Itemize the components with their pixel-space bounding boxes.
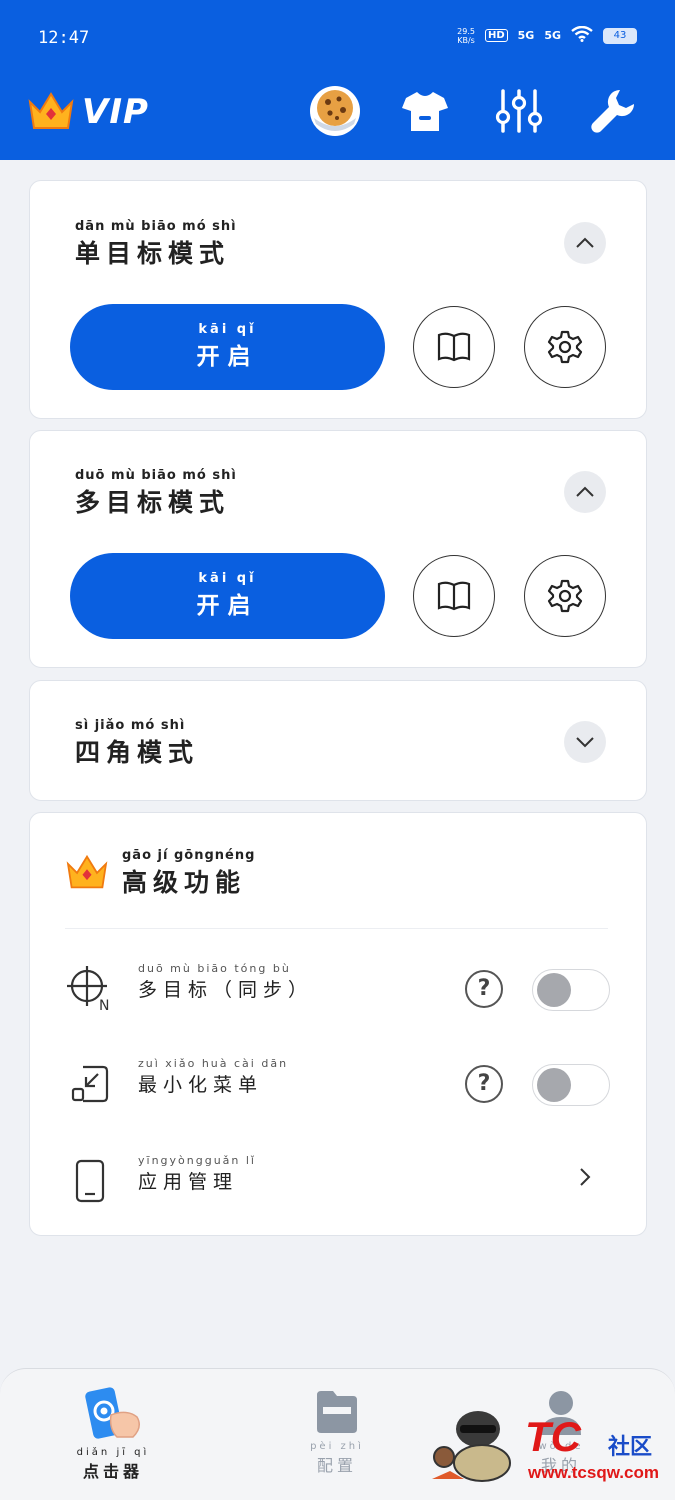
chevron-right-icon [580, 1168, 591, 1186]
soldier-mascot-icon [432, 1411, 511, 1482]
nav-clicker[interactable]: diǎn jī qì 点击器 [48, 1387, 178, 1482]
multi-target-pinyin: duō mù biāo mó shì [75, 468, 237, 483]
single-target-title: dān mù biāo mó shì 单目标模式 [75, 219, 237, 270]
collapse-button[interactable] [564, 222, 606, 264]
open-label: 开启 [196, 592, 259, 619]
advanced-label: 高级功能 [122, 868, 247, 897]
single-target-open-button[interactable]: kāi qǐ 开启 [70, 304, 385, 390]
nav-label: 配置 [316, 1456, 357, 1475]
advanced-pinyin: gāo jí gōngnéng [122, 848, 256, 863]
sliders-icon[interactable] [492, 84, 546, 138]
advanced-features-card: gāo jí gōngnéng 高级功能 N duō mù biāo tóng … [29, 812, 647, 1236]
cookie-icon[interactable] [308, 84, 362, 138]
nav-pinyin: diǎn jī qì [76, 1447, 150, 1458]
minimize-menu-row: zuì xiǎo huà cài dān 最小化菜单 ? [30, 1049, 646, 1119]
wrench-icon[interactable] [586, 84, 640, 138]
watermark: TC 社区 www.tcsqw.com [430, 1405, 670, 1495]
open-pinyin: kāi qǐ [198, 322, 257, 337]
row-label: 应用管理 [138, 1171, 239, 1193]
multi-target-open-button[interactable]: kāi qǐ 开启 [70, 553, 385, 639]
net-speed: 29.5 KB/s [457, 27, 475, 45]
collapse-button[interactable] [564, 471, 606, 513]
four-corner-card[interactable]: sì jiǎo mó shì 四角模式 [29, 680, 647, 801]
multi-target-card: duō mù biāo mó shì 多目标模式 kāi qǐ 开启 [29, 430, 647, 668]
battery-indicator: 43 [603, 27, 637, 44]
four-corner-title: sì jiǎo mó shì 四角模式 [75, 718, 199, 769]
gear-icon [547, 330, 583, 364]
four-corner-label: 四角模式 [75, 738, 200, 767]
divider [65, 928, 608, 929]
chevron-down-icon [576, 737, 594, 748]
folder-icon [317, 1391, 357, 1433]
expand-button[interactable] [564, 721, 606, 763]
multi-target-sync-text: duō mù biāo tóng bù 多目标（同步） [138, 962, 313, 1002]
multi-target-title: duō mù biāo mó shì 多目标模式 [75, 468, 237, 519]
multi-target-settings-button[interactable] [524, 555, 606, 637]
app-management-text: yīngyòngguǎn lǐ 应用管理 [138, 1154, 256, 1194]
row-pinyin: duō mù biāo tóng bù [138, 962, 291, 975]
crosshair-n-icon: N [65, 964, 115, 1014]
multi-target-label: 多目标模式 [75, 488, 231, 517]
help-button[interactable]: ? [465, 1065, 503, 1103]
nav-pinyin: pèi zhì [310, 1441, 364, 1452]
nav-config[interactable]: pèi zhì 配置 [272, 1387, 402, 1476]
minimize-menu-toggle[interactable] [532, 1064, 610, 1106]
net-speed-unit: KB/s [457, 35, 475, 45]
book-icon [437, 581, 471, 611]
watermark-url: www.tcsqw.com [528, 1463, 659, 1482]
watermark-brand: TC [525, 1413, 581, 1460]
clicker-icon [85, 1387, 140, 1439]
net-speed-value: 29.5 [457, 26, 475, 36]
nav-label: 点击器 [82, 1462, 143, 1481]
chevron-up-icon [576, 486, 594, 497]
open-label: 开启 [196, 343, 259, 370]
signal-5g-2: 5G [544, 29, 561, 42]
vip-crown-icon[interactable] [28, 90, 74, 132]
phone-icon [65, 1156, 115, 1206]
svg-text:N: N [99, 998, 109, 1014]
single-target-label: 单目标模式 [75, 239, 231, 268]
row-label: 多目标（同步） [138, 979, 314, 1001]
minimize-menu-text: zuì xiǎo huà cài dān 最小化菜单 [138, 1057, 288, 1097]
row-pinyin: yīngyòngguǎn lǐ [138, 1154, 256, 1167]
minimize-icon [65, 1059, 115, 1109]
crown-icon [66, 854, 108, 889]
tshirt-icon[interactable] [398, 84, 452, 138]
status-icons: 29.5 KB/s HD 5G 5G 43 [457, 25, 637, 45]
multi-target-sync-row: N duō mù biāo tóng bù 多目标（同步） ? [30, 954, 646, 1024]
wifi-icon [571, 25, 593, 45]
toggle-knob [537, 973, 571, 1007]
toggle-knob [537, 1068, 571, 1102]
hd-badge: HD [484, 29, 508, 42]
advanced-title: gāo jí gōngnéng 高级功能 [122, 848, 255, 899]
app-management-row[interactable]: yīngyòngguǎn lǐ 应用管理 [30, 1146, 646, 1216]
help-button[interactable]: ? [465, 970, 503, 1008]
gear-icon [547, 579, 583, 613]
four-corner-pinyin: sì jiǎo mó shì [75, 718, 186, 733]
multi-target-sync-toggle[interactable] [532, 969, 610, 1011]
vip-label[interactable]: VIP [82, 92, 149, 132]
open-pinyin: kāi qǐ [198, 571, 257, 586]
signal-5g-1: 5G [517, 29, 535, 42]
multi-target-guide-button[interactable] [413, 555, 495, 637]
app-header: 12:47 29.5 KB/s HD 5G 5G 43 VIP [0, 0, 675, 160]
row-label: 最小化菜单 [138, 1074, 264, 1096]
status-time: 12:47 [38, 28, 90, 48]
row-pinyin: zuì xiǎo huà cài dān [138, 1057, 289, 1070]
book-icon [437, 332, 471, 362]
single-target-settings-button[interactable] [524, 306, 606, 388]
single-target-pinyin: dān mù biāo mó shì [75, 219, 237, 234]
single-target-card: dān mù biāo mó shì 单目标模式 kāi qǐ 开启 [29, 180, 647, 419]
watermark-community: 社区 [608, 1435, 653, 1460]
single-target-guide-button[interactable] [413, 306, 495, 388]
chevron-up-icon [576, 237, 594, 248]
